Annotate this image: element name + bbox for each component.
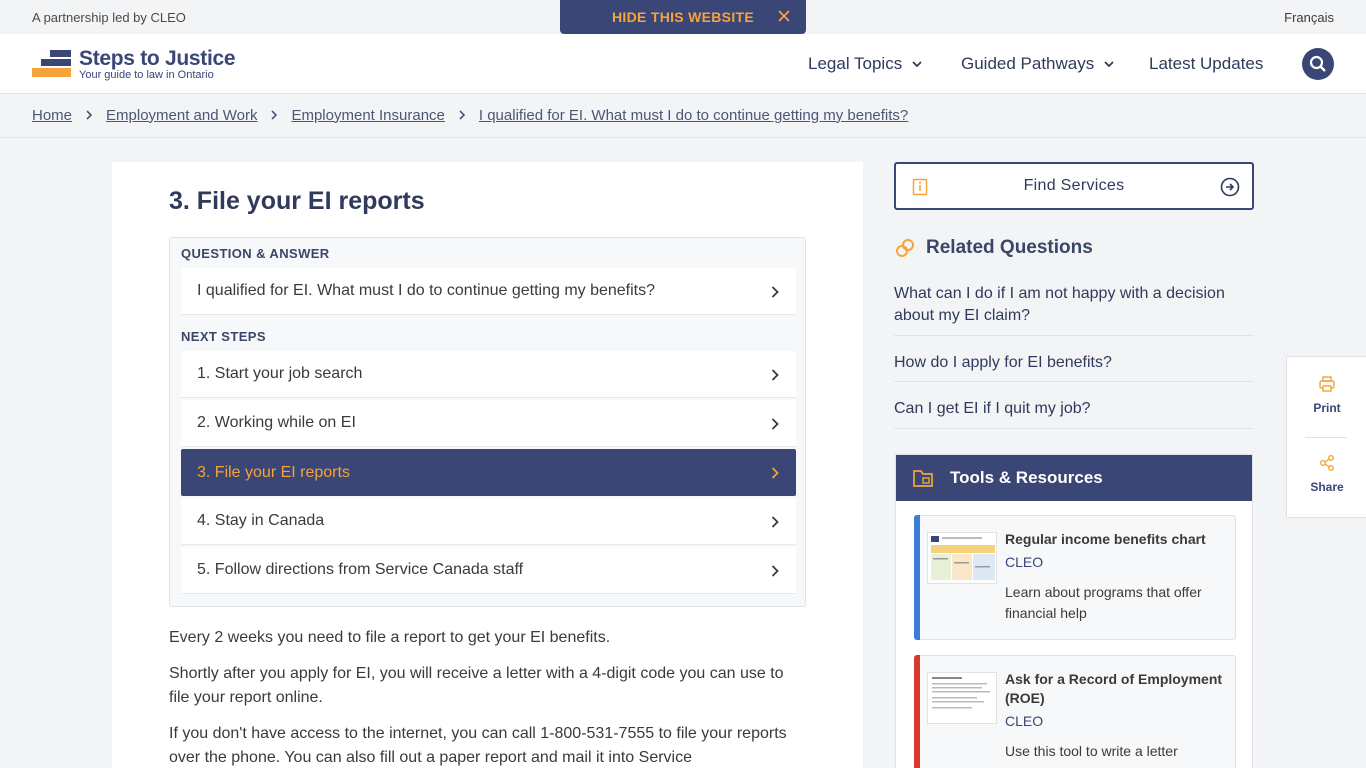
related-question-link[interactable]: How do I apply for EI benefits? — [894, 352, 1254, 382]
logo-tagline: Your guide to law in Ontario — [79, 69, 214, 81]
chevron-right-icon — [459, 110, 466, 120]
resource-thumbnail — [927, 672, 997, 724]
related-questions-title: Related Questions — [926, 237, 1093, 258]
qa-question-link[interactable]: I qualified for EI. What must I do to co… — [181, 268, 796, 315]
step-label: 3. File your EI reports — [197, 463, 350, 481]
related-questions-heading: Related Questions — [894, 236, 1093, 260]
link-icon — [896, 239, 914, 257]
arrow-right-circle-icon — [1220, 177, 1240, 197]
resource-color-stripe — [914, 515, 920, 640]
nav-guided-pathways-label: Guided Pathways — [961, 54, 1095, 73]
nav-latest-updates[interactable]: Latest Updates — [1149, 34, 1263, 94]
share-button[interactable]: Share — [1287, 454, 1366, 494]
tools-resources-title: Tools & Resources — [950, 468, 1103, 487]
step-item-active[interactable]: 3. File your EI reports — [181, 449, 796, 496]
search-icon — [1309, 55, 1326, 72]
related-question-text: Can I get EI if I quit my job? — [894, 400, 1091, 417]
resource-description: Use this tool to write a letter — [1005, 743, 1178, 759]
body-paragraph: If you don't have access to the internet… — [169, 725, 787, 766]
resource-thumbnail — [927, 532, 997, 584]
chevron-right-icon — [771, 565, 779, 577]
related-question-link[interactable]: Can I get EI if I quit my job? — [894, 398, 1254, 429]
step-item[interactable]: 5. Follow directions from Service Canada… — [181, 547, 796, 594]
folder-icon — [913, 470, 933, 487]
nav-latest-updates-label: Latest Updates — [1149, 54, 1264, 73]
question-answer-label: QUESTION & ANSWER — [181, 246, 330, 261]
printer-icon — [1319, 376, 1335, 392]
floating-actions: Print Share — [1286, 356, 1366, 518]
header-divider — [0, 137, 1366, 138]
info-document-icon — [912, 178, 928, 196]
site-logo[interactable]: Steps to Justice Your guide to law in On… — [32, 47, 236, 84]
resource-title: Ask for a Record of Employment (ROE) — [1005, 671, 1223, 706]
resource-org: CLEO — [1005, 554, 1044, 570]
floating-divider — [1305, 437, 1347, 438]
language-toggle[interactable]: Français — [1284, 10, 1334, 25]
step-label: 5. Follow directions from Service Canada… — [197, 561, 524, 578]
page-title: 3. File your EI reports — [169, 187, 425, 215]
breadcrumb-employment-and-work[interactable]: Employment and Work — [106, 107, 257, 124]
chevron-right-icon — [86, 110, 93, 120]
resource-title: Regular income benefits chart — [1005, 531, 1206, 547]
body-paragraph: Every 2 weeks you need to file a report … — [169, 629, 611, 646]
step-label: 2. Working while on EI — [197, 414, 356, 431]
partnership-text: A partnership led by CLEO — [32, 10, 186, 25]
close-icon — [778, 10, 790, 22]
resource-color-stripe — [914, 655, 920, 768]
chevron-right-icon — [771, 467, 779, 479]
breadcrumb: Home Employment and Work Employment Insu… — [32, 105, 908, 125]
nav-guided-pathways[interactable]: Guided Pathways — [961, 34, 1115, 94]
resource-card[interactable]: Ask for a Record of Employment (ROE) CLE… — [914, 655, 1236, 768]
logo-name: Steps to Justice — [79, 47, 236, 70]
related-question-text: How do I apply for EI benefits? — [894, 354, 1112, 371]
chevron-down-icon — [912, 61, 922, 68]
chevron-right-icon — [271, 110, 278, 120]
resource-card[interactable]: Regular income benefits chart CLEO Learn… — [914, 515, 1236, 640]
find-services-label: Find Services — [1023, 177, 1125, 194]
tools-resources-panel: Tools & Resources Regular income benefit… — [895, 454, 1253, 768]
chevron-down-icon — [1104, 61, 1114, 68]
qa-question-text: I qualified for EI. What must I do to co… — [197, 282, 656, 299]
step-label: 4. Stay in Canada — [197, 512, 325, 529]
tools-resources-header: Tools & Resources — [896, 455, 1252, 501]
breadcrumb-current-question[interactable]: I qualified for EI. What must I do to co… — [479, 107, 908, 124]
find-services-button[interactable]: Find Services — [894, 162, 1254, 210]
print-label: Print — [1313, 401, 1341, 415]
related-question-text: What can I do if I am not happy with a d… — [894, 285, 1225, 324]
breadcrumb-home[interactable]: Home — [32, 107, 72, 124]
hide-website-button[interactable]: HIDE THIS WEBSITE — [560, 0, 806, 34]
chevron-right-icon — [771, 418, 779, 430]
pathway-navigator: QUESTION & ANSWER I qualified for EI. Wh… — [169, 237, 806, 607]
chevron-right-icon — [771, 286, 779, 298]
related-question-link[interactable]: What can I do if I am not happy with a d… — [894, 283, 1254, 336]
print-button[interactable]: Print — [1287, 375, 1366, 415]
breadcrumb-employment-insurance[interactable]: Employment Insurance — [291, 107, 444, 124]
step-item[interactable]: 1. Start your job search — [181, 351, 796, 398]
nav-legal-topics-label: Legal Topics — [808, 54, 903, 73]
step-item[interactable]: 4. Stay in Canada — [181, 498, 796, 545]
next-steps-label: NEXT STEPS — [181, 329, 266, 344]
resource-description: Learn about programs that offer financia… — [1005, 584, 1202, 621]
nav-legal-topics[interactable]: Legal Topics — [808, 34, 923, 94]
step-label: 1. Start your job search — [197, 365, 363, 382]
logo-steps-icon — [32, 50, 72, 80]
share-label: Share — [1310, 480, 1344, 494]
chevron-right-icon — [771, 516, 779, 528]
resource-org: CLEO — [1005, 713, 1044, 729]
top-strip: A partnership led by CLEO HIDE THIS WEBS… — [0, 0, 1366, 34]
share-icon — [1320, 455, 1334, 471]
search-button[interactable] — [1302, 48, 1334, 80]
hide-website-label: HIDE THIS WEBSITE — [612, 9, 754, 25]
site-header: Steps to Justice Your guide to law in On… — [0, 34, 1366, 94]
body-paragraph: Shortly after you apply for EI, you will… — [169, 665, 784, 706]
chevron-right-icon — [771, 369, 779, 381]
step-item[interactable]: 2. Working while on EI — [181, 400, 796, 447]
main-content: 3. File your EI reports QUESTION & ANSWE… — [112, 162, 863, 768]
